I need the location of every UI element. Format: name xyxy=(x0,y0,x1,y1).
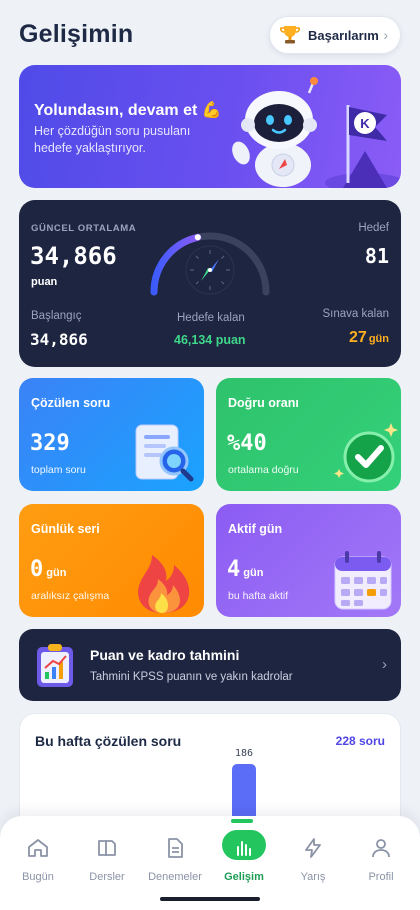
tab-label: Denemeler xyxy=(148,871,202,883)
person-icon xyxy=(372,839,390,858)
hero-title: Yolundasın, devam et 💪 xyxy=(34,102,222,119)
compass-icon xyxy=(185,245,235,295)
start-value: 34,866 xyxy=(30,330,88,349)
stat-subtitle: toplam soru xyxy=(31,464,86,476)
bar-chart-icon xyxy=(237,841,251,856)
score-prediction-card[interactable]: Puan ve kadro tahmini Tahmini KPSS puanı… xyxy=(19,629,401,701)
tab-denemeler[interactable]: Denemeler xyxy=(140,836,210,883)
book-icon xyxy=(98,840,116,856)
gauge-fill xyxy=(150,233,202,296)
check-circle-icon xyxy=(334,423,398,483)
chevron-right-icon: › xyxy=(383,27,388,43)
goal-value: 81 xyxy=(364,244,389,268)
clipboard-chart-icon xyxy=(37,644,73,687)
stat-value: %40 xyxy=(227,431,267,456)
calendar-icon xyxy=(334,551,392,610)
motivation-banner: Yolundasın, devam et 💪 Her çözdüğün soru… xyxy=(19,65,401,188)
prediction-title: Puan ve kadro tahmini xyxy=(90,647,240,663)
average-unit: puan xyxy=(31,276,58,288)
stat-title: Aktif gün xyxy=(228,522,283,536)
tab-profil[interactable]: Profil xyxy=(346,836,416,883)
stat-number: 4 xyxy=(227,557,241,582)
stat-subtitle: bu hafta aktif xyxy=(228,590,289,602)
bottom-tab-bar: Bugün Dersler Denemeler Gelişim Yarış Pr… xyxy=(0,816,420,910)
daily-streak-card[interactable]: Günlük seri 0 gün aralıksız çalışma xyxy=(19,504,204,617)
start-caption: Başlangıç xyxy=(31,310,82,322)
remaining-value: 46,134 puan xyxy=(174,333,246,347)
tab-label: Bugün xyxy=(22,871,54,883)
gauge-track xyxy=(150,232,270,296)
flame-icon xyxy=(138,555,190,613)
chart-value-label: 186 xyxy=(235,748,253,759)
prediction-subtitle: Tahmini KPSS puanın ve yakın kadrolar xyxy=(90,671,293,683)
trophy-icon xyxy=(280,26,300,44)
exam-days-value: 27 xyxy=(349,329,367,346)
stat-title: Çözülen soru xyxy=(31,396,111,410)
page-title: Gelişimin xyxy=(19,20,134,48)
solved-questions-card[interactable]: Çözülen soru 329 toplam soru xyxy=(19,378,204,491)
stat-number: 0 xyxy=(30,557,44,582)
tab-yaris[interactable]: Yarış xyxy=(278,836,348,883)
robot-mascot-icon: K xyxy=(232,77,401,188)
tab-bugun[interactable]: Bugün xyxy=(3,836,73,883)
document-search-icon xyxy=(135,424,194,482)
home-icon xyxy=(28,839,48,857)
tab-label: Profil xyxy=(368,871,394,883)
goal-caption: Hedef xyxy=(358,222,389,234)
header: Gelişimin Başarılarım › xyxy=(0,0,420,64)
tab-label: Gelişim xyxy=(224,871,264,883)
stat-number: 329 xyxy=(30,431,70,456)
average-score-card: GÜNCEL ORTALAMA 34,866 puan Hedef 81 Baş… xyxy=(19,200,401,367)
hero-subtitle: Her çözdüğün soru pusulanı hedefe yaklaş… xyxy=(34,124,191,155)
gauge-knob xyxy=(194,234,201,241)
svg-text:K: K xyxy=(360,116,370,131)
active-days-card[interactable]: Aktif gün 4 gün bu hafta aktif xyxy=(216,504,401,617)
achievements-button[interactable]: Başarılarım › xyxy=(269,16,401,54)
stat-subtitle: ortalama doğru xyxy=(228,464,299,476)
stat-title: Günlük seri xyxy=(31,522,100,536)
exam-days-unit: gün xyxy=(368,333,389,345)
lightning-icon xyxy=(305,838,321,858)
active-tab-indicator xyxy=(231,819,253,823)
chevron-right-icon: › xyxy=(382,656,387,673)
tab-label: Dersler xyxy=(89,871,125,883)
stat-unit: gün xyxy=(46,567,67,579)
remaining-caption: Hedefe kalan xyxy=(177,312,245,324)
exam-countdown: 27 gün xyxy=(349,329,389,347)
stat-number: %40 xyxy=(227,431,267,456)
stat-title: Doğru oranı xyxy=(228,396,299,410)
stat-value: 329 xyxy=(30,431,70,456)
tab-label: Yarış xyxy=(300,871,326,883)
tab-gelisim[interactable]: Gelişim xyxy=(209,830,279,883)
tab-dersler[interactable]: Dersler xyxy=(72,836,142,883)
exam-caption: Sınava kalan xyxy=(322,308,390,320)
stat-subtitle: aralıksız çalışma xyxy=(31,590,110,602)
average-score: 34,866 xyxy=(30,242,117,270)
stat-value: 0 gün xyxy=(30,557,66,582)
stat-unit: gün xyxy=(243,567,264,579)
stat-value: 4 gün xyxy=(227,557,263,582)
accuracy-card[interactable]: Doğru oranı %40 ortalama doğru xyxy=(216,378,401,491)
achievements-label: Başarılarım xyxy=(308,27,379,43)
average-caption: GÜNCEL ORTALAMA xyxy=(31,223,137,234)
home-indicator xyxy=(160,897,260,901)
document-icon xyxy=(168,838,183,858)
progress-gauge xyxy=(150,232,270,296)
